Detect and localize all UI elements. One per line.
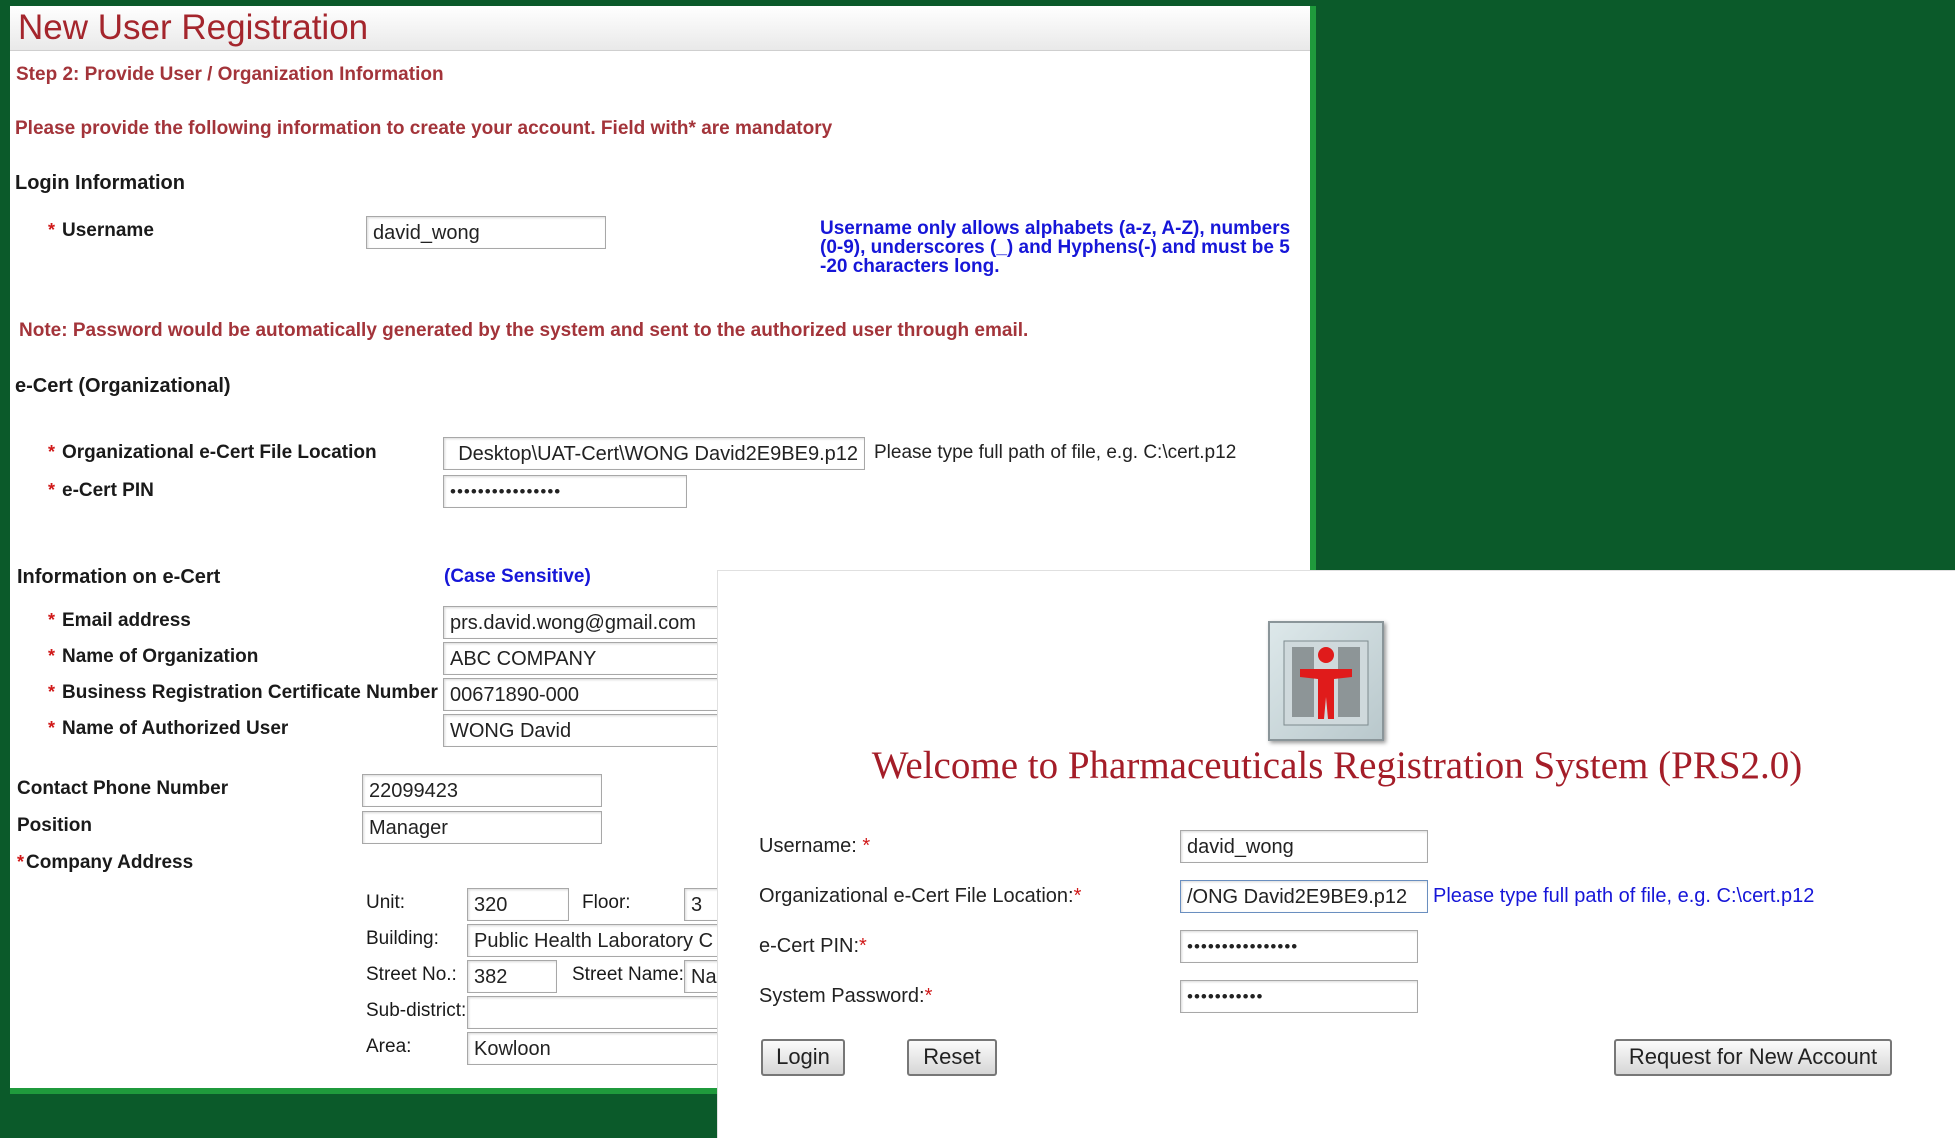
label-text: e-Cert PIN: <box>759 935 860 957</box>
login-ecert-file-hint: Please type full path of file, e.g. C:\c… <box>1433 885 1815 907</box>
email-label: Email address <box>62 610 191 631</box>
required-star: * <box>48 442 56 462</box>
area-input[interactable]: Kowloon <box>467 1032 747 1065</box>
page-title: New User Registration <box>18 8 369 47</box>
email-input[interactable]: prs.david.wong@gmail.com <box>443 606 743 639</box>
prs-logo-icon <box>1283 640 1369 726</box>
registration-title-bar: New User Registration <box>10 6 1310 51</box>
request-new-account-button[interactable]: Request for New Account <box>1614 1039 1892 1076</box>
username-hint-line: -20 characters long. <box>820 256 1000 277</box>
info-heading: Information on e-Cert <box>17 566 221 588</box>
ecert-pin-input[interactable]: •••••••••••••••• <box>443 475 687 508</box>
system-password-input[interactable]: ••••••••••• <box>1180 980 1418 1013</box>
phone-input[interactable]: 22099423 <box>362 774 602 807</box>
required-star: * <box>48 718 56 738</box>
building-label: Building: <box>366 928 439 949</box>
required-star: * <box>48 480 56 500</box>
required-star: * <box>862 835 871 857</box>
authorized-user-label: Name of Authorized User <box>62 718 289 739</box>
street-name-label: Street Name: <box>572 964 684 985</box>
brc-input[interactable]: 00671890-000 <box>443 678 743 711</box>
step-heading: Step 2: Provide User / Organization Info… <box>16 64 444 85</box>
required-star: * <box>48 220 56 240</box>
floor-label: Floor: <box>582 892 631 913</box>
authorized-user-input[interactable]: WONG David <box>443 714 743 747</box>
building-input[interactable]: Public Health Laboratory C <box>467 924 747 957</box>
login-username-input[interactable]: david_wong <box>1180 830 1428 863</box>
login-username-label: Username: * <box>759 835 870 858</box>
login-ecert-pin-label: e-Cert PIN:* <box>759 935 867 958</box>
username-input[interactable]: david_wong <box>366 216 606 249</box>
login-button[interactable]: Login <box>761 1039 845 1076</box>
street-no-input[interactable]: 382 <box>467 960 557 993</box>
login-ecert-pin-input[interactable]: •••••••••••••••• <box>1180 930 1418 963</box>
reset-button[interactable]: Reset <box>907 1039 997 1076</box>
street-no-label: Street No.: <box>366 964 457 985</box>
case-sensitive-note: (Case Sensitive) <box>444 566 591 587</box>
login-panel: Welcome to Pharmaceuticals Registration … <box>717 570 1955 1138</box>
unit-label: Unit: <box>366 892 406 913</box>
company-address-label: Company Address <box>26 852 194 873</box>
required-star: * <box>1073 885 1082 907</box>
sub-district-label: Sub-district: <box>366 1000 467 1021</box>
phone-label: Contact Phone Number <box>17 778 229 799</box>
label-text: System Password: <box>759 985 925 1007</box>
brc-label: Business Registration Certificate Number <box>62 682 438 703</box>
unit-input[interactable]: 320 <box>467 888 569 921</box>
organization-label: Name of Organization <box>62 646 259 667</box>
login-ecert-file-label: Organizational e-Cert File Location:* <box>759 885 1081 908</box>
login-info-heading: Login Information <box>15 172 185 194</box>
username-hint-line: Username only allows alphabets (a-z, A-Z… <box>820 218 1291 239</box>
ecert-pin-label: e-Cert PIN <box>62 480 154 501</box>
area-label: Area: <box>366 1036 412 1057</box>
required-star: * <box>48 682 56 702</box>
username-hint: Username only allows alphabets (a-z, A-Z… <box>820 219 1300 276</box>
required-star: * <box>859 935 867 957</box>
ecert-file-input[interactable]: Desktop\UAT-Cert\WONG David2E9BE9.p12 <box>443 437 865 470</box>
password-note: Note: Password would be automatically ge… <box>19 320 1029 341</box>
ecert-file-hint: Please type full path of file, e.g. C:\c… <box>874 442 1237 463</box>
required-star: * <box>924 985 933 1007</box>
system-password-label: System Password:* <box>759 985 932 1008</box>
ecert-heading: e-Cert (Organizational) <box>15 375 231 397</box>
username-label: Username <box>62 220 154 241</box>
sub-district-input[interactable] <box>467 996 747 1029</box>
label-text: Username: <box>759 835 857 857</box>
prs-logo-icon <box>1268 621 1384 741</box>
required-star: * <box>48 646 56 666</box>
login-ecert-file-input[interactable]: /ONG David2E9BE9.p12 <box>1180 880 1428 913</box>
instructions-text: Please provide the following information… <box>15 118 833 139</box>
welcome-heading: Welcome to Pharmaceuticals Registration … <box>871 744 1803 787</box>
position-label: Position <box>17 815 92 836</box>
username-hint-line: (0-9), underscores (_) and Hyphens(-) an… <box>820 237 1290 258</box>
label-text: Organizational e-Cert File Location: <box>759 885 1074 907</box>
required-star: * <box>48 610 56 630</box>
required-star: * <box>17 852 25 872</box>
organization-input[interactable]: ABC COMPANY <box>443 642 743 675</box>
position-input[interactable]: Manager <box>362 811 602 844</box>
ecert-file-label: Organizational e-Cert File Location <box>62 442 377 463</box>
